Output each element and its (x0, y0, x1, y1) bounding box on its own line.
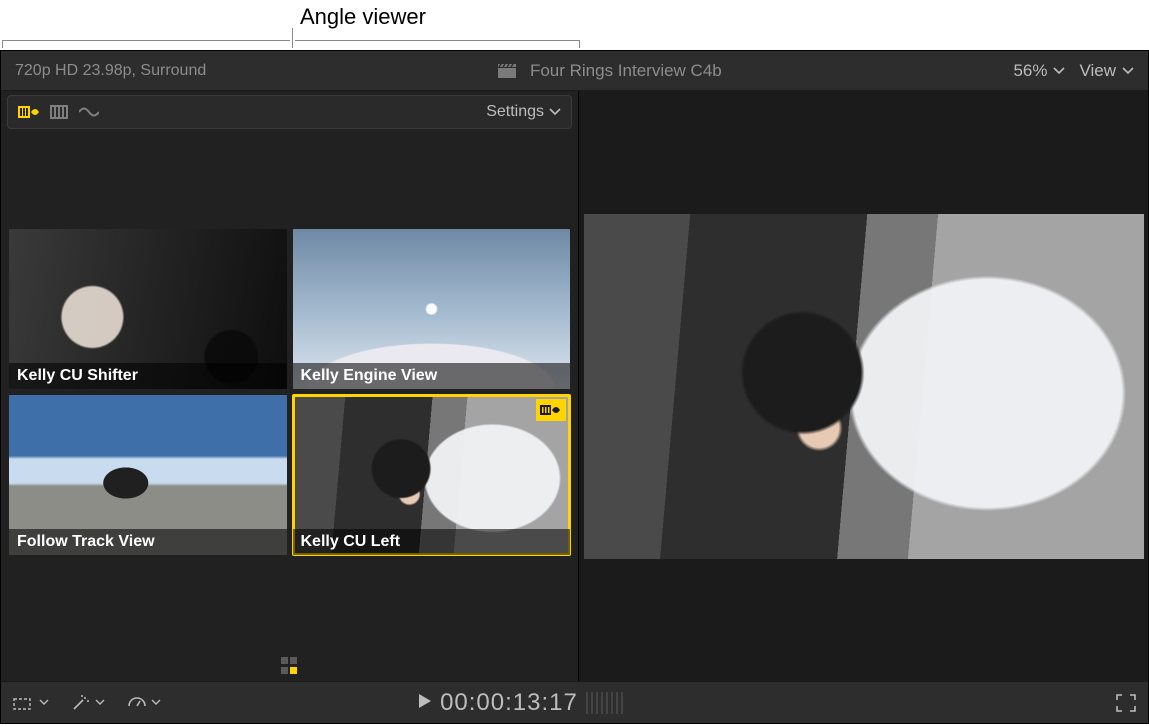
clapboard-icon (498, 64, 516, 78)
retime-menu[interactable] (127, 694, 161, 712)
angle-cell-shifter[interactable]: Kelly CU Shifter (9, 229, 287, 389)
angle-grid: Kelly CU Shifter Kelly Engine View Follo… (9, 229, 570, 555)
timecode-display[interactable]: 00:00:13:17 (418, 689, 624, 717)
chevron-down-icon (1053, 67, 1065, 75)
active-angle-badge-icon (536, 399, 566, 421)
angle-settings-menu[interactable]: Settings (486, 103, 561, 121)
angle-label: Kelly CU Left (293, 529, 571, 555)
angle-layout-indicator[interactable] (281, 657, 299, 675)
viewer-frame (584, 214, 1144, 559)
angle-cell-engine[interactable]: Kelly Engine View (293, 229, 571, 389)
timecode-value: 00:00:13:17 (440, 689, 578, 717)
settings-label: Settings (486, 103, 544, 121)
angle-cell-culeft[interactable]: Kelly CU Left (293, 395, 571, 555)
zoom-value: 56% (1013, 61, 1047, 81)
audio-only-mode-button[interactable] (78, 102, 100, 122)
annotation-callout: Angle viewer (0, 0, 1149, 50)
angle-viewer-pane: Settings Kelly CU Shifter Kelly Engine V… (1, 91, 579, 681)
video-audio-mode-button[interactable] (18, 102, 40, 122)
app-window: 720p HD 23.98p, Surround Four Rings Inte… (0, 50, 1149, 724)
view-menu[interactable]: View (1079, 61, 1134, 81)
annotation-tick (292, 28, 293, 48)
angle-label: Kelly Engine View (293, 363, 571, 389)
timeline-toolbar: 00:00:13:17 (1, 681, 1148, 723)
view-label: View (1079, 61, 1116, 81)
main-viewer[interactable] (579, 91, 1148, 681)
chevron-down-icon (1122, 67, 1134, 75)
main-split: Settings Kelly CU Shifter Kelly Engine V… (1, 91, 1148, 681)
annotation-bracket-right (295, 40, 580, 48)
effects-menu[interactable] (71, 694, 105, 712)
play-icon (418, 693, 432, 712)
angle-cell-follow[interactable]: Follow Track View (9, 395, 287, 555)
zoom-menu[interactable]: 56% (1013, 61, 1065, 81)
chevron-down-icon (549, 108, 561, 116)
format-info: 720p HD 23.98p, Surround (15, 62, 206, 80)
clip-appearance-menu[interactable] (13, 695, 49, 711)
angle-toolbar: Settings (7, 95, 572, 129)
audio-meter-icon (586, 692, 624, 714)
viewer-top-bar: 720p HD 23.98p, Surround Four Rings Inte… (1, 51, 1148, 91)
video-only-mode-button[interactable] (48, 102, 70, 122)
clip-title: Four Rings Interview C4b (530, 61, 722, 81)
angle-grid-wrap: Kelly CU Shifter Kelly Engine View Follo… (1, 133, 578, 651)
annotation-bracket-left (2, 40, 290, 48)
angle-label: Follow Track View (9, 529, 287, 555)
fullscreen-button[interactable] (1116, 694, 1136, 712)
angle-footer (1, 651, 578, 681)
annotation-label: Angle viewer (300, 4, 426, 30)
angle-label: Kelly CU Shifter (9, 363, 287, 389)
